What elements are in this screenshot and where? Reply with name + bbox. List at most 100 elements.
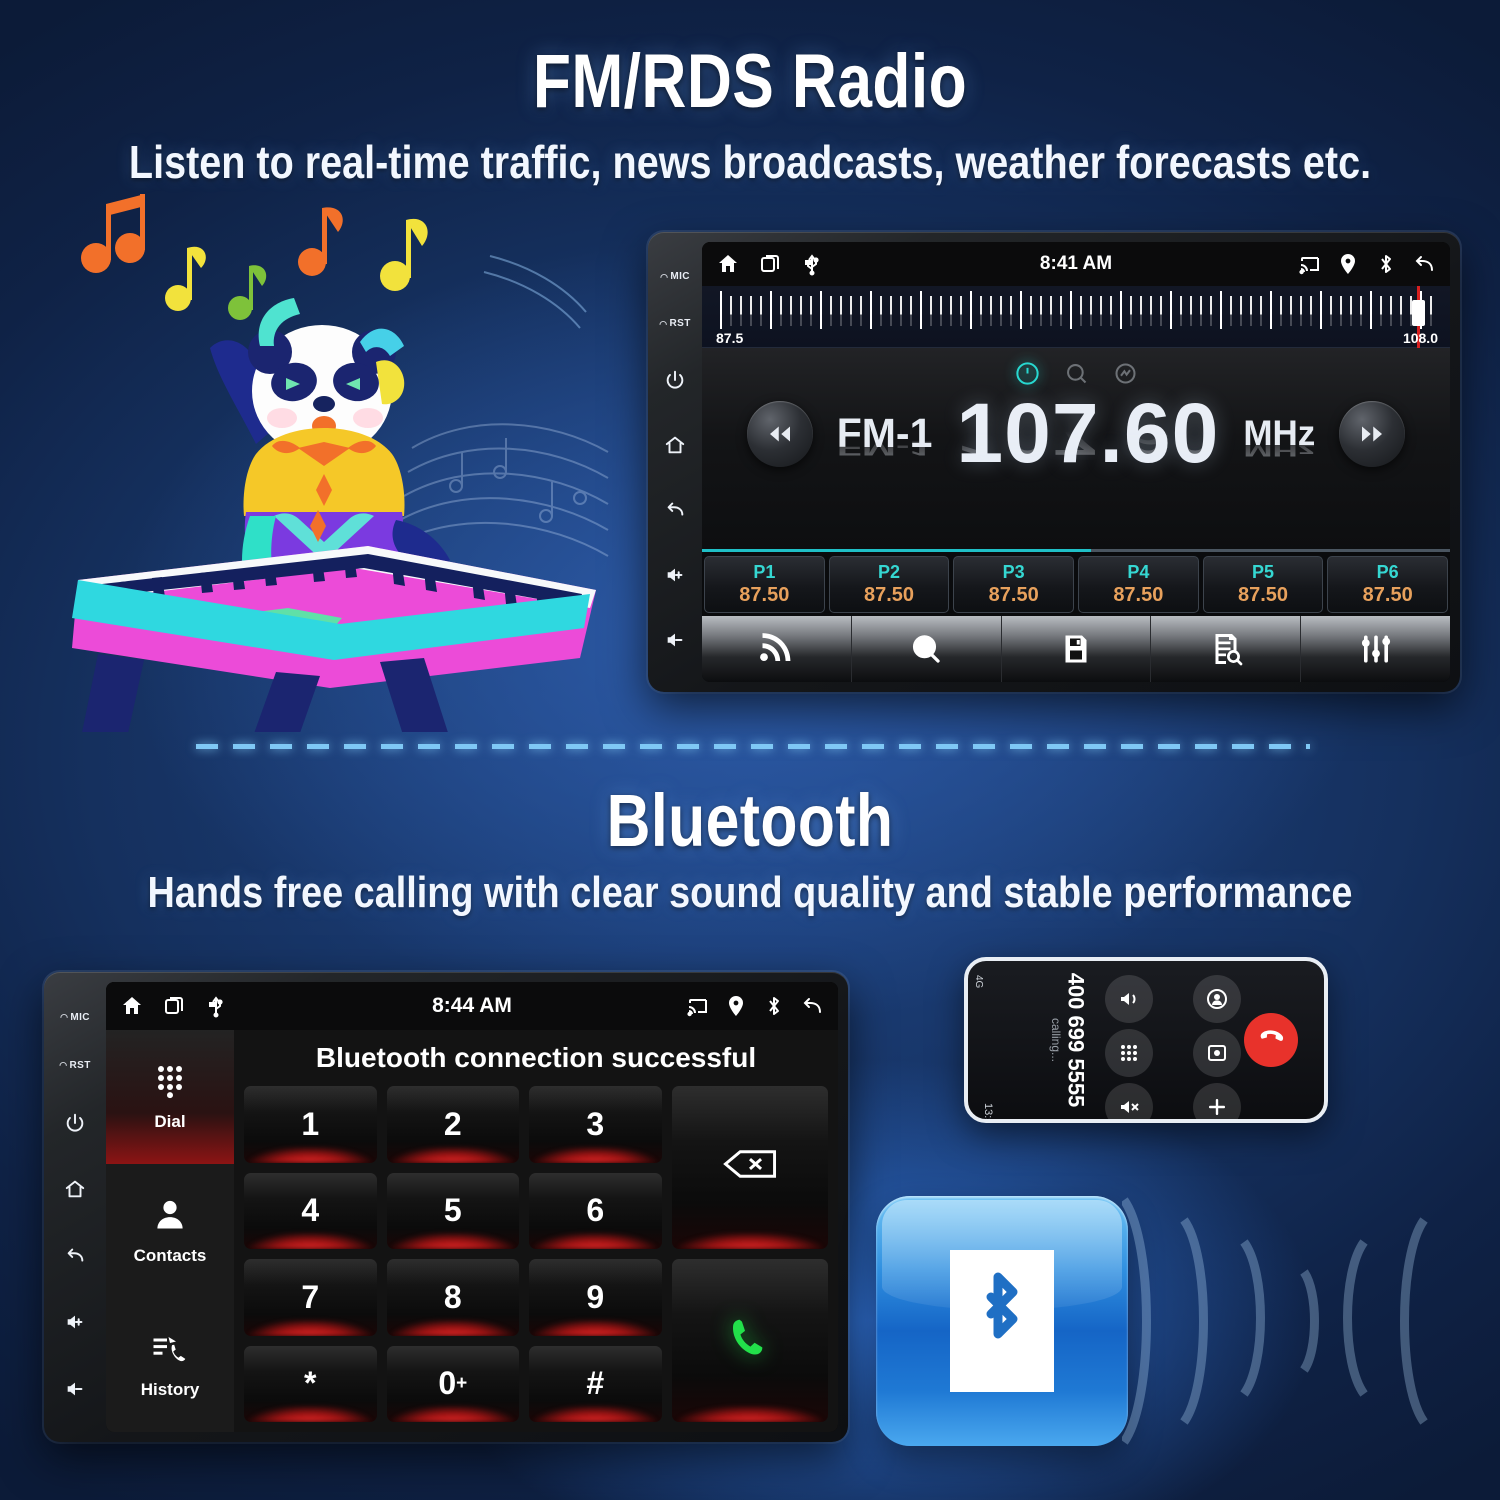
volume-up-icon[interactable] (664, 542, 686, 607)
record-icon[interactable] (1193, 1029, 1241, 1077)
key-7[interactable]: 7 (244, 1259, 377, 1336)
scan-icon[interactable] (1112, 360, 1139, 387)
key-4[interactable]: 4 (244, 1172, 377, 1249)
mute-icon[interactable] (1105, 1083, 1153, 1119)
preset-button[interactable]: P6 87.50 (1327, 556, 1449, 613)
home-icon[interactable] (716, 252, 740, 276)
sidebar-item-contacts[interactable]: Contacts (106, 1164, 234, 1298)
recents-icon[interactable] (758, 252, 782, 276)
bluetooth-head-unit: MIC RST (44, 972, 848, 1442)
key-5[interactable]: 5 (386, 1172, 520, 1249)
sidebar-item-dial[interactable]: Dial (106, 1030, 234, 1164)
preset-label: P3 (1002, 562, 1025, 582)
add-call-icon[interactable] (1193, 1083, 1241, 1119)
usb-icon[interactable] (800, 252, 824, 276)
preset-row: P1 87.50 P2 87.50 P3 87.50 P4 87.50 P5 8… (702, 552, 1450, 616)
search-icon[interactable] (1063, 360, 1090, 387)
list-search-icon[interactable] (1151, 616, 1302, 682)
mic-label: MIC (60, 994, 90, 1042)
key-hash[interactable]: # (529, 1345, 662, 1422)
call-icon (727, 1314, 773, 1368)
key-label: 7 (301, 1278, 320, 1315)
back-icon[interactable] (64, 1223, 86, 1289)
key-label: 0 (438, 1365, 457, 1402)
seek-down-button[interactable] (746, 400, 813, 467)
back-icon[interactable] (800, 994, 824, 1018)
radio-toolbar (702, 616, 1450, 682)
tuner-major-ticks (720, 291, 1432, 329)
home-icon[interactable] (664, 412, 686, 477)
location-icon[interactable] (1336, 252, 1360, 276)
rds-signal-icon[interactable] (702, 616, 852, 682)
mic-label: MIC (660, 254, 690, 301)
preset-value: 87.50 (1362, 584, 1413, 606)
preset-value: 87.50 (1113, 584, 1164, 606)
location-icon[interactable] (724, 994, 748, 1018)
key-asterisk[interactable]: * (244, 1345, 377, 1422)
cast-icon[interactable] (686, 994, 710, 1018)
fm-tuner-scale[interactable]: 87.5 108.0 (702, 286, 1450, 351)
sidebar-item-history[interactable]: History (106, 1298, 234, 1432)
power-icon[interactable] (664, 347, 686, 412)
search-icon[interactable] (851, 616, 1002, 682)
preset-button[interactable]: P4 87.50 (1078, 556, 1199, 613)
frequency-row: FM-1 107.60 MHz (702, 386, 1450, 480)
phone-network-label: 4G (973, 975, 984, 989)
speaker-icon[interactable] (1105, 975, 1153, 1023)
bluetooth-section-subtitle: Hands free calling with clear sound qual… (147, 868, 1353, 917)
backspace-button[interactable] (671, 1086, 828, 1249)
dialpad-icon (152, 1063, 188, 1104)
loudness-icon[interactable] (1014, 360, 1041, 387)
frequency-unit: MHz (1243, 413, 1316, 453)
preset-button[interactable]: P5 87.50 (1202, 556, 1324, 613)
keypad-icon[interactable] (1105, 1029, 1153, 1077)
sidebar-item-label: Contacts (133, 1245, 207, 1265)
usb-icon[interactable] (204, 994, 228, 1018)
back-icon[interactable] (1412, 252, 1436, 276)
key-plus-label: + (456, 1372, 468, 1394)
bluetooth-icon[interactable] (762, 994, 786, 1018)
save-icon[interactable] (1001, 616, 1152, 682)
accent-rule (702, 549, 1450, 552)
preset-label: P5 (1252, 562, 1275, 582)
equalizer-icon[interactable] (1301, 616, 1450, 682)
preset-button[interactable]: P2 87.50 (828, 556, 950, 613)
volume-up-icon[interactable] (64, 1289, 86, 1355)
preset-label: P1 (753, 562, 776, 582)
frequency-value: 107.60 (956, 386, 1220, 480)
key-label: 6 (586, 1192, 605, 1229)
recents-icon[interactable] (162, 994, 186, 1018)
key-label: 1 (301, 1105, 320, 1142)
seek-up-button[interactable] (1339, 400, 1406, 467)
power-icon[interactable] (64, 1090, 86, 1156)
back-icon[interactable] (664, 477, 686, 542)
contacts-icon[interactable] (1193, 975, 1241, 1023)
key-9[interactable]: 9 (529, 1259, 662, 1336)
bluetooth-icon[interactable] (1374, 252, 1398, 276)
phone-number: 400 699 5555 (1063, 972, 1089, 1108)
cast-icon[interactable] (1298, 252, 1322, 276)
home-icon[interactable] (64, 1156, 86, 1222)
key-8[interactable]: 8 (386, 1259, 520, 1336)
bluetooth-bezel-buttons: MIC RST (44, 982, 106, 1432)
key-3[interactable]: 3 (529, 1086, 662, 1163)
key-1[interactable]: 1 (244, 1086, 377, 1163)
radio-screen: 8:41 AM 87.5 108.0 FM-1 107.60 MHz FM-1 … (702, 242, 1450, 682)
volume-down-icon[interactable] (664, 607, 686, 672)
panda-keyboard-illustration (60, 186, 620, 790)
key-0[interactable]: 0 + (386, 1345, 520, 1422)
volume-down-icon[interactable] (64, 1356, 86, 1422)
key-label: 8 (443, 1278, 462, 1315)
radio-bezel-buttons: MIC RST (648, 242, 702, 682)
home-icon[interactable] (120, 994, 144, 1018)
call-button[interactable] (671, 1259, 828, 1422)
key-6[interactable]: 6 (529, 1172, 662, 1249)
sidebar-item-label: History (140, 1379, 200, 1399)
end-call-button[interactable] (1244, 1013, 1298, 1067)
key-2[interactable]: 2 (386, 1086, 520, 1163)
preset-button[interactable]: P3 87.50 (953, 556, 1075, 613)
preset-button[interactable]: P1 87.50 (704, 556, 825, 613)
key-label: # (586, 1365, 605, 1402)
phone-call-mockup: 4G 400 699 5555 calling... 13:58 (964, 957, 1328, 1123)
key-label: 9 (586, 1278, 605, 1315)
